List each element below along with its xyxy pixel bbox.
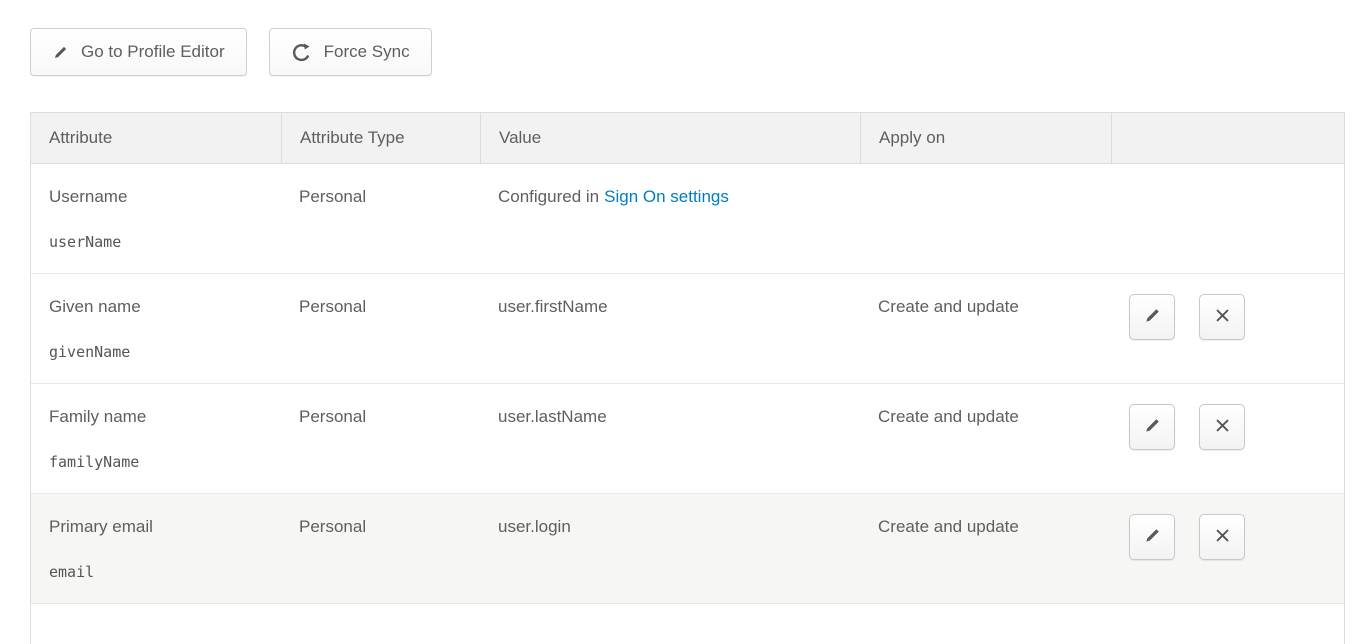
toolbar: Go to Profile Editor Force Sync — [30, 28, 1345, 76]
table-empty-row — [31, 604, 1344, 644]
apply-on-cell: Create and update — [860, 494, 1111, 603]
delete-mapping-button[interactable] — [1199, 294, 1245, 340]
refresh-icon — [291, 42, 312, 63]
x-icon — [1214, 417, 1231, 437]
attribute-label: Family name — [49, 407, 146, 426]
delete-mapping-button[interactable] — [1199, 514, 1245, 560]
table-row-family-name: Family name familyName Personal user.las… — [31, 384, 1344, 494]
attribute-cell: Primary email email — [31, 494, 281, 603]
pencil-icon — [1143, 526, 1162, 548]
attribute-type-cell: Personal — [281, 384, 480, 493]
edit-mapping-button[interactable] — [1129, 514, 1175, 560]
value-cell: user.firstName — [480, 274, 860, 383]
attribute-cell: Given name givenName — [31, 274, 281, 383]
pencil-icon — [52, 44, 69, 61]
header-apply-on: Apply on — [860, 113, 1111, 163]
apply-on-cell — [860, 164, 1111, 273]
pencil-icon — [1143, 306, 1162, 328]
value-text: Configured in — [498, 187, 599, 206]
attribute-mapping-table: Attribute Attribute Type Value Apply on … — [30, 112, 1345, 644]
attribute-type-cell: Personal — [281, 164, 480, 273]
go-to-profile-editor-button[interactable]: Go to Profile Editor — [30, 28, 247, 76]
header-attribute: Attribute — [31, 113, 281, 163]
value-cell: Configured in Sign On settings — [480, 164, 860, 273]
attribute-cell: Family name familyName — [31, 384, 281, 493]
value-cell: user.login — [480, 494, 860, 603]
apply-on-cell: Create and update — [860, 274, 1111, 383]
attribute-cell: Username userName — [31, 164, 281, 273]
force-sync-button[interactable]: Force Sync — [269, 28, 432, 76]
header-actions — [1111, 113, 1344, 163]
actions-cell — [1111, 384, 1344, 493]
delete-mapping-button[interactable] — [1199, 404, 1245, 450]
attribute-variable-name: email — [49, 563, 263, 581]
attribute-type-cell: Personal — [281, 274, 480, 383]
actions-cell — [1111, 164, 1344, 273]
attribute-label: Primary email — [49, 517, 153, 536]
attribute-label: Given name — [49, 297, 141, 316]
attribute-mappings-page: Go to Profile Editor Force Sync Attribut… — [0, 0, 1370, 644]
value-cell: user.lastName — [480, 384, 860, 493]
force-sync-label: Force Sync — [324, 42, 410, 62]
actions-cell — [1111, 274, 1344, 383]
edit-mapping-button[interactable] — [1129, 404, 1175, 450]
edit-mapping-button[interactable] — [1129, 294, 1175, 340]
attribute-variable-name: userName — [49, 233, 263, 251]
table-row-primary-email: Primary email email Personal user.login … — [31, 494, 1344, 604]
x-icon — [1214, 307, 1231, 327]
sign-on-settings-link[interactable]: Sign On settings — [604, 187, 729, 206]
table-row-username: Username userName Personal Configured in… — [31, 164, 1344, 274]
attribute-label: Username — [49, 187, 127, 206]
header-value: Value — [480, 113, 860, 163]
header-attribute-type: Attribute Type — [281, 113, 480, 163]
table-row-given-name: Given name givenName Personal user.first… — [31, 274, 1344, 384]
actions-cell — [1111, 494, 1344, 603]
attribute-variable-name: givenName — [49, 343, 263, 361]
attribute-type-cell: Personal — [281, 494, 480, 603]
pencil-icon — [1143, 416, 1162, 438]
go-to-profile-editor-label: Go to Profile Editor — [81, 42, 225, 62]
attribute-variable-name: familyName — [49, 453, 263, 471]
table-header-row: Attribute Attribute Type Value Apply on — [31, 113, 1344, 164]
apply-on-cell: Create and update — [860, 384, 1111, 493]
x-icon — [1214, 527, 1231, 547]
